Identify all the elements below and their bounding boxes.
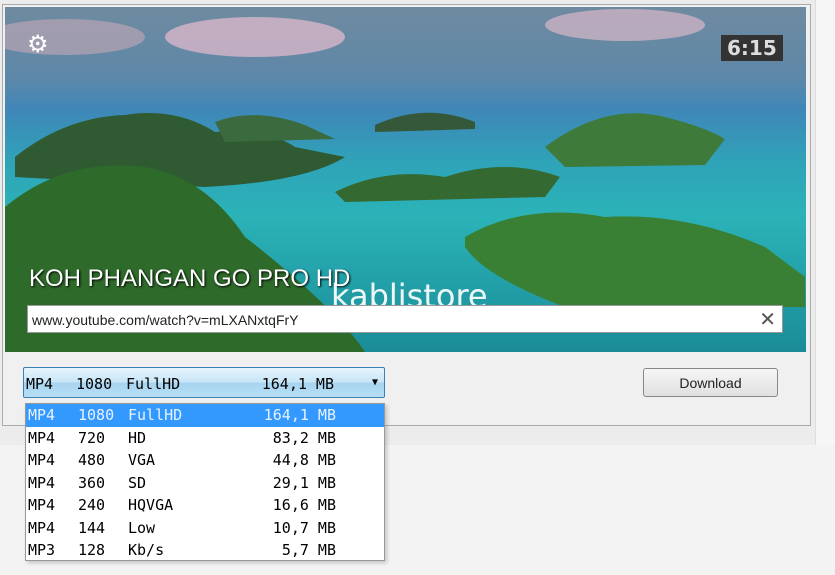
- format-dropdown[interactable]: MP4 1080 FullHD 164,1 MB ▼: [23, 367, 385, 398]
- selected-res: 1080: [76, 374, 113, 393]
- format-option[interactable]: MP4 144 Low 10,7 MB: [26, 517, 384, 540]
- option-res: 144: [78, 518, 106, 537]
- option-res: 240: [78, 496, 106, 515]
- option-size: 83,2 MB: [272, 428, 336, 447]
- close-icon[interactable]: ✕: [759, 307, 776, 332]
- option-quality: FullHD: [128, 406, 183, 425]
- format-option[interactable]: MP4 720 HD 83,2 MB: [26, 427, 384, 450]
- option-quality: VGA: [128, 451, 156, 470]
- option-res: 1080: [78, 406, 115, 425]
- option-quality: HD: [128, 428, 147, 447]
- format-option[interactable]: MP4 480 VGA 44,8 MB: [26, 449, 384, 472]
- video-thumbnail[interactable]: ⚙ 6:15 KOH PHANGAN GO PRO HD kablistore …: [5, 7, 806, 352]
- format-option[interactable]: MP3 128 Kb/s 5,7 MB: [26, 539, 384, 562]
- option-container: MP4: [28, 473, 56, 492]
- video-title: KOH PHANGAN GO PRO HD: [29, 265, 351, 292]
- option-size: 29,1 MB: [272, 473, 336, 492]
- option-container: MP4: [28, 496, 56, 515]
- option-res: 720: [78, 428, 106, 447]
- option-size: 10,7 MB: [272, 518, 336, 537]
- downloader-window: ⚙ 6:15 KOH PHANGAN GO PRO HD kablistore …: [2, 4, 811, 426]
- option-container: MP4: [28, 428, 56, 447]
- format-option[interactable]: MP4 240 HQVGA 16,6 MB: [26, 494, 384, 517]
- option-quality: HQVGA: [128, 496, 174, 515]
- option-container: MP4: [28, 518, 56, 537]
- option-size: 164,1 MB: [263, 406, 336, 425]
- option-res: 360: [78, 473, 106, 492]
- download-button[interactable]: Download: [643, 368, 778, 397]
- option-container: MP4: [28, 406, 56, 425]
- option-size: 44,8 MB: [272, 451, 336, 470]
- format-option[interactable]: MP4 1080 FullHD 164,1 MB: [26, 404, 384, 427]
- url-input[interactable]: www.youtube.com/watch?v=mLXANxtqFrY ✕: [27, 305, 783, 333]
- option-quality: SD: [128, 473, 147, 492]
- video-duration: 6:15: [721, 35, 783, 61]
- caret-down-icon: ▼: [371, 377, 378, 388]
- option-res: 480: [78, 451, 106, 470]
- selected-container: MP4: [26, 374, 54, 393]
- option-size: 16,6 MB: [272, 496, 336, 515]
- url-value: www.youtube.com/watch?v=mLXANxtqFrY: [32, 312, 299, 328]
- option-quality: Low: [128, 518, 156, 537]
- option-container: MP3: [28, 541, 56, 560]
- option-container: MP4: [28, 451, 56, 470]
- option-res: 128: [78, 541, 106, 560]
- selected-quality: FullHD: [126, 374, 181, 393]
- gear-icon[interactable]: ⚙: [27, 33, 49, 57]
- option-quality: Kb/s: [128, 541, 165, 560]
- side-panel: [815, 0, 835, 445]
- format-option[interactable]: MP4 360 SD 29,1 MB: [26, 472, 384, 495]
- option-size: 5,7 MB: [281, 541, 336, 560]
- format-options-list: MP4 1080 FullHD 164,1 MB MP4 720 HD 83,2 MB MP…: [25, 403, 385, 561]
- selected-size: 164,1 MB: [261, 374, 334, 393]
